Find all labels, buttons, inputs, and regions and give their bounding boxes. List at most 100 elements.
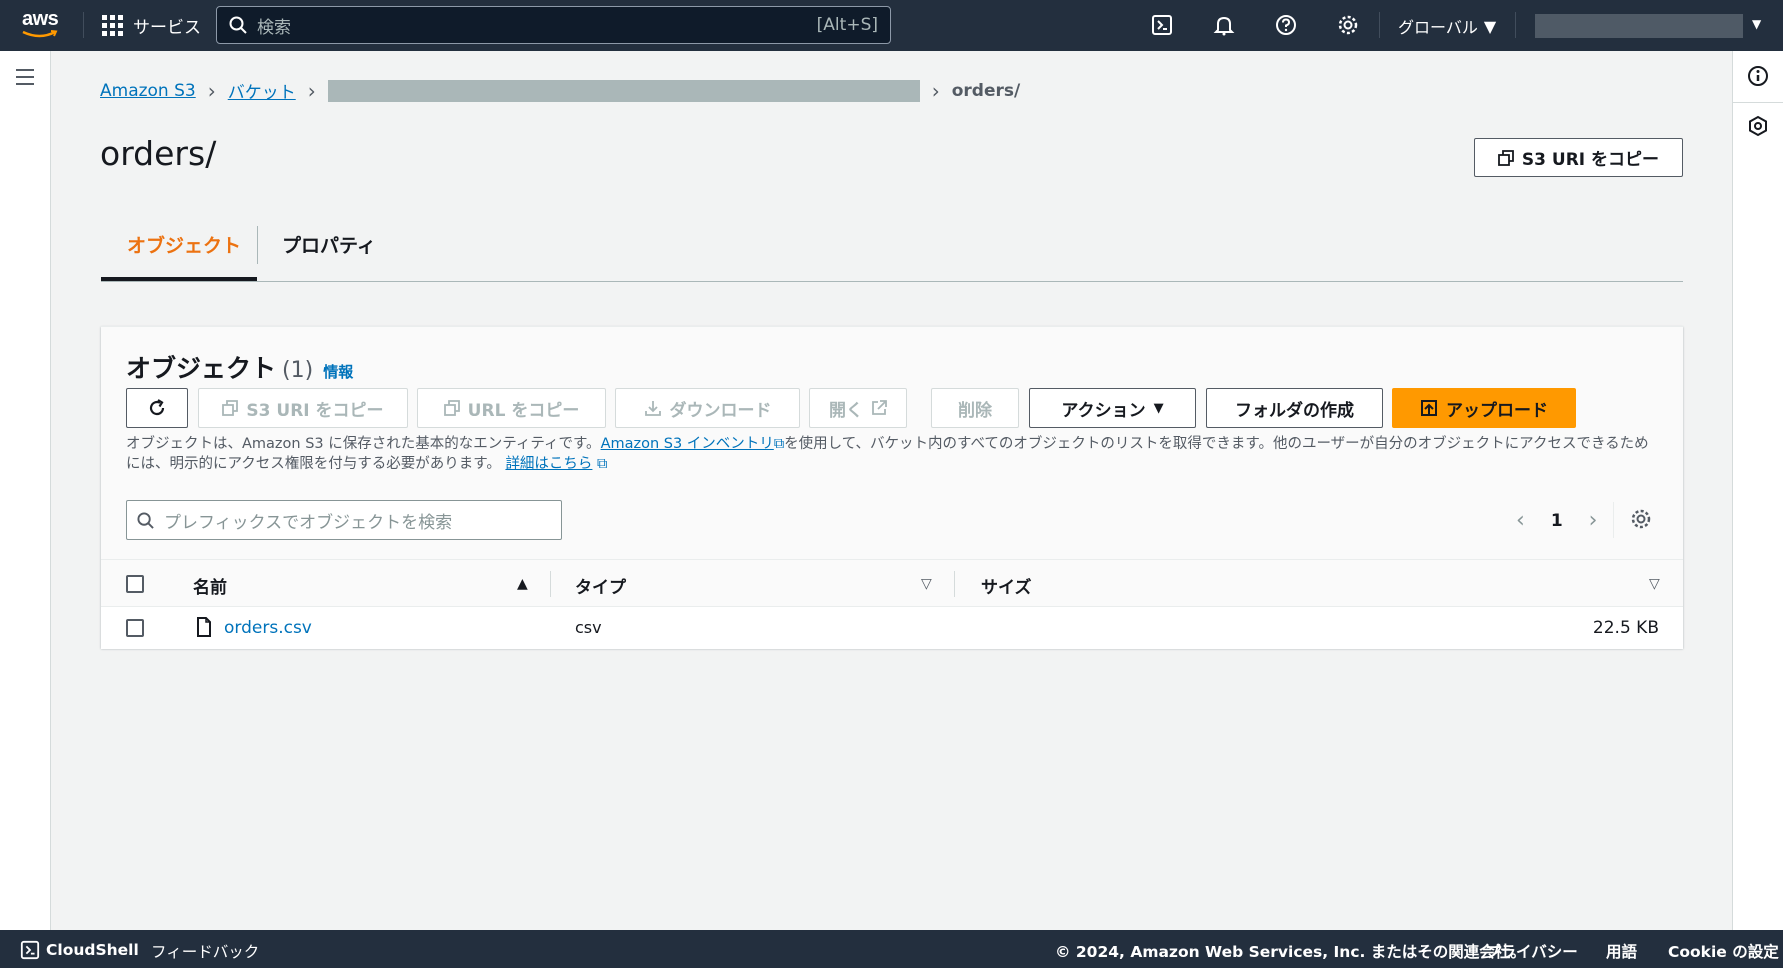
row-checkbox[interactable] <box>126 619 144 637</box>
next-page-icon[interactable]: › <box>1589 508 1598 533</box>
previous-page-icon[interactable]: ‹ <box>1516 508 1525 533</box>
page-number[interactable]: 1 <box>1551 511 1563 531</box>
tab-properties[interactable]: プロパティ <box>282 231 376 258</box>
copy-s3-uri-toolbar-label: S3 URI をコピー <box>246 400 384 421</box>
objects-panel-title: オブジェクト <box>126 354 277 383</box>
breadcrumb-bucket-redacted[interactable] <box>327 79 920 102</box>
breadcrumb-current: orders/ <box>951 80 1021 101</box>
region-label: グローバル <box>1398 18 1478 37</box>
page-title: orders/ <box>100 134 217 173</box>
file-icon <box>197 617 211 637</box>
breadcrumb: Amazon S3 › バケット › › orders/ <box>100 78 1021 104</box>
account-menu-redacted[interactable] <box>1535 14 1743 38</box>
info-icon[interactable] <box>1747 65 1769 87</box>
copy-url-button[interactable]: URL をコピー <box>417 388 606 428</box>
download-button[interactable]: ダウンロード <box>615 388 800 428</box>
gear-icon[interactable] <box>1335 12 1361 38</box>
region-selector[interactable]: グローバル ▼ <box>1398 14 1496 38</box>
footer: CloudShell フィードバック © 2024, Amazon Web Se… <box>0 930 1783 968</box>
copy-s3-uri-label: S3 URI をコピー <box>1521 150 1660 170</box>
sort-icon[interactable]: ▽ <box>921 576 932 592</box>
objects-panel: オブジェクト (1) 情報 S3 URI をコピー URL をコピー ダウンロード … <box>101 326 1683 649</box>
column-divider[interactable] <box>954 571 955 597</box>
caret-down-icon[interactable]: ▼ <box>1752 17 1761 31</box>
inventory-link[interactable]: Amazon S3 インベントリ <box>601 436 774 452</box>
global-search-input[interactable]: 検索 [Alt+S] <box>216 6 891 44</box>
info-link[interactable]: 情報 <box>323 363 353 381</box>
tab-objects[interactable]: オブジェクト <box>127 231 241 258</box>
caret-down-icon: ▼ <box>1153 400 1164 416</box>
search-placeholder: 検索 <box>257 17 291 38</box>
object-size-cell: 22.5 KB <box>1592 618 1659 638</box>
aws-smile-icon <box>22 30 58 38</box>
object-type-cell: csv <box>575 618 602 637</box>
actions-dropdown-button[interactable]: アクション ▼ <box>1029 388 1196 428</box>
sort-icon[interactable]: ▽ <box>1649 576 1660 592</box>
divider <box>1515 12 1516 38</box>
table-header: 名前 ▲ タイプ ▽ サイズ ▽ <box>101 559 1683 607</box>
column-header-name[interactable]: 名前 <box>193 573 227 598</box>
chevron-right-icon: › <box>931 78 940 103</box>
column-divider[interactable] <box>550 571 551 597</box>
select-all-checkbox[interactable] <box>126 575 144 593</box>
left-navigation-rail <box>0 51 51 930</box>
description-text-1: オブジェクトは、Amazon S3 に保存された基本的なエンティティです。 <box>126 436 601 452</box>
active-tab-indicator <box>101 277 257 281</box>
column-header-type[interactable]: タイプ <box>575 573 626 598</box>
terms-link[interactable]: 用語 <box>1606 940 1637 962</box>
download-label: ダウンロード <box>669 400 772 421</box>
tab-list: オブジェクト プロパティ <box>101 221 1683 282</box>
sort-ascending-icon[interactable]: ▲ <box>517 576 528 592</box>
external-link-icon[interactable]: ⧉ <box>592 456 607 472</box>
copyright-text: © 2024, Amazon Web Services, Inc. またはその関… <box>1055 943 1526 961</box>
upload-icon <box>1421 400 1437 416</box>
feedback-link[interactable]: フィードバック <box>151 940 259 962</box>
prefix-search-input[interactable]: プレフィックスでオブジェクトを検索 <box>126 500 562 540</box>
divider <box>83 12 84 38</box>
delete-label: 削除 <box>958 400 992 421</box>
cloudshell-icon[interactable] <box>1149 12 1175 38</box>
refresh-icon <box>149 399 165 416</box>
external-link-icon[interactable]: ⧉ <box>774 436 784 452</box>
create-folder-label: フォルダの作成 <box>1235 400 1354 421</box>
table-row[interactable]: orders.csv csv 22.5 KB <box>101 607 1683 649</box>
actions-label: アクション <box>1061 400 1146 421</box>
copy-icon <box>1498 149 1514 166</box>
caret-down-icon: ▼ <box>1483 16 1497 36</box>
open-button[interactable]: 開く <box>809 388 907 428</box>
learn-more-link[interactable]: 詳細はこちら <box>505 456 592 472</box>
copy-s3-uri-button[interactable]: S3 URI をコピー <box>1474 138 1683 177</box>
column-header-size[interactable]: サイズ <box>981 573 1032 598</box>
copy-url-label: URL をコピー <box>467 400 580 421</box>
pagination: ‹ 1 › <box>1516 508 1597 533</box>
help-icon[interactable] <box>1273 12 1299 38</box>
cloudshell-button[interactable]: CloudShell <box>20 940 139 960</box>
services-menu-button[interactable]: サービス <box>102 13 201 38</box>
privacy-link[interactable]: プライバシー <box>1485 940 1578 962</box>
external-link-icon <box>872 400 887 415</box>
copy-s3-uri-toolbar-button[interactable]: S3 URI をコピー <box>198 388 408 428</box>
breadcrumb-amazon-s3[interactable]: Amazon S3 <box>100 81 196 101</box>
cookie-settings-link[interactable]: Cookie の設定 <box>1668 940 1779 962</box>
hexagon-icon[interactable] <box>1747 115 1769 137</box>
upload-button[interactable]: アップロード <box>1392 388 1576 428</box>
search-shortcut: [Alt+S] <box>816 15 878 35</box>
refresh-button[interactable] <box>126 388 188 428</box>
table-settings-icon[interactable] <box>1630 508 1652 534</box>
prefix-search-placeholder: プレフィックスでオブジェクトを検索 <box>164 512 453 533</box>
hamburger-menu-icon[interactable] <box>16 69 34 90</box>
delete-button[interactable]: 削除 <box>931 388 1019 428</box>
top-navigation-bar: aws サービス 検索 [Alt+S] グローバル ▼ ▼ <box>0 0 1783 51</box>
bell-icon[interactable] <box>1211 12 1237 38</box>
chevron-right-icon: › <box>307 78 316 103</box>
copy-icon <box>443 400 460 416</box>
breadcrumb-buckets[interactable]: バケット <box>228 78 296 103</box>
grid-icon <box>102 15 123 36</box>
services-label: サービス <box>133 18 201 38</box>
open-label: 開く <box>829 400 863 421</box>
divider <box>1379 12 1380 38</box>
create-folder-button[interactable]: フォルダの作成 <box>1206 388 1383 428</box>
aws-logo[interactable]: aws <box>22 8 64 38</box>
aws-logo-text: aws <box>22 8 59 30</box>
object-name-link[interactable]: orders.csv <box>224 618 312 638</box>
